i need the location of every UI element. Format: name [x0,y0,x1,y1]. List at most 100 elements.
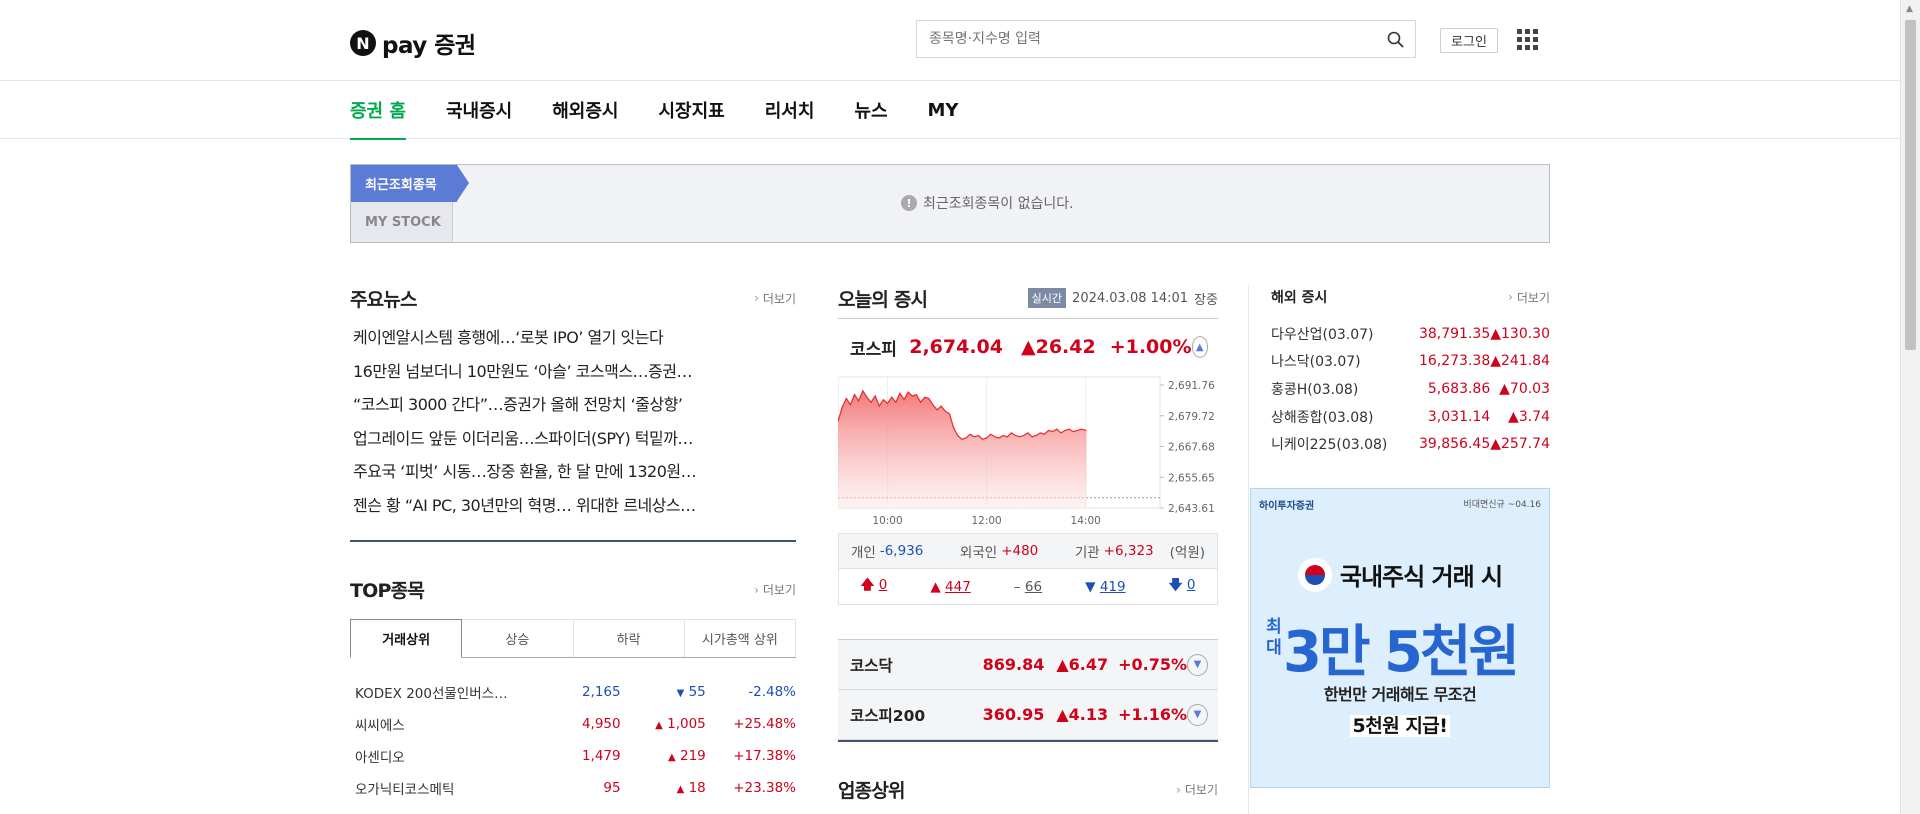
search-icon[interactable] [1375,20,1415,58]
kosdaq-value: 869.84 [982,655,1045,674]
individual-value: -6,936 [879,543,924,559]
logo-text: pay 증권 [382,33,476,59]
tab-rising[interactable]: 상승 [462,618,574,657]
table-row[interactable]: 오가닉티코스메틱 95 ▲ 18 +23.38% [350,772,796,804]
news-item[interactable]: 케이엔알시스템 흥행에…‘로봇 IPO’ 열기 잇는다 [350,321,796,355]
table-row[interactable]: 나스닥(03.07) 16,273.38 ▲241.84 [1271,348,1550,376]
top-stocks-title: TOP종목 [350,580,425,603]
logo[interactable]: N pay 증권 [350,26,476,60]
overseas-more-link[interactable]: 더보기 [1508,289,1550,306]
top-header: N pay 증권 로그인 [0,0,1900,81]
down-count[interactable]: ▼ 419 [1085,579,1125,595]
kospi200-row[interactable]: 코스피200 360.95 ▲4.13 +1.16% ▼ [838,690,1218,740]
kospi-box: 코스피 2,674.04 ▲26.42 +1.00% ▲ 2,691.76 2,6… [837,318,1218,605]
table-row[interactable]: 아센디오 1,479 ▲ 219 +17.38% [350,740,796,772]
kospi-chart-svg: 2,691.76 2,679.72 2,667.68 2,655.65 2,643.61… [837,376,1215,527]
index-name[interactable]: 나스닥(03.07) [1271,348,1393,376]
sector-header: 업종상위 더보기 [838,776,1218,803]
news-item[interactable]: “코스피 3000 간다”…증권가 올해 전망치 ‘줄상향’ [350,388,796,422]
flat-count[interactable]: – 66 [1014,579,1042,595]
chevron-up-icon[interactable]: ▲ [1191,336,1208,358]
stock-name[interactable]: 아센디오 [350,740,555,772]
tab-domestic[interactable]: 국내증시 [446,81,512,139]
index-name[interactable]: 다우산업(03.07) [1271,320,1393,348]
table-row[interactable]: 씨씨에스 4,950 ▲ 1,005 +25.48% [350,708,796,740]
tab-falling[interactable]: 하락 [573,618,685,657]
kospi200-rate: +1.16% [1118,705,1188,724]
tab-my-stock[interactable]: MY STOCK [351,202,453,242]
overseas-header: 해외 증시 더보기 [1271,285,1550,309]
scroll-up-icon[interactable]: ▲ [1906,4,1913,14]
news-more-link[interactable]: 더보기 [754,290,796,307]
stock-rate: +23.38% [733,779,796,796]
tab-volume-top[interactable]: 거래상위 [350,618,463,658]
top-stocks-header: TOP종목 더보기 [350,575,796,605]
chevron-down-icon[interactable]: ▼ [1187,703,1208,726]
institution-label: 기관 [1074,545,1100,561]
tab-home[interactable]: 증권 홈 [350,81,406,140]
news-title: 주요뉴스 [350,288,418,311]
index-name[interactable]: 홍콩H(03.08) [1271,375,1393,403]
index-name[interactable]: 상해종합(03.08) [1271,403,1393,431]
recent-stocks-panel: 최근조회종목 MY STOCK ! 최근조회종목이 없습니다. [350,164,1550,243]
tab-my[interactable]: MY [928,81,959,139]
table-row[interactable]: 다우산업(03.07) 38,791.35 ▲130.30 [1271,320,1550,348]
news-item[interactable]: 16만원 넘보더니 10만원도 ‘아슬’ 코스맥스…증권… [350,355,796,389]
tab-news[interactable]: 뉴스 [854,81,887,139]
index-change: ▲241.84 [1490,353,1550,370]
kospi-row[interactable]: 코스피 2,674.04 ▲26.42 +1.00% ▲ [838,319,1218,375]
search-input[interactable] [917,21,1375,57]
page-scrollbar[interactable]: ▲ [1900,0,1920,814]
y-tick-label: 2,643.61 [1168,503,1215,515]
realtime-badge: 실시간 [1027,288,1067,308]
ad-brand: 하이투자증권 [1259,501,1315,512]
empty-message: ! 최근조회종목이 없습니다. [901,193,1074,213]
overseas-table: 다우산업(03.07) 38,791.35 ▲130.30 나스닥(03.07) 16,… [1271,320,1550,458]
kospi200-change: ▲4.13 [1056,705,1109,724]
ad-banner[interactable]: 하이투자증권 비대면신규 ~04.16 국내주식 거래 시 최대 3만 5천원 … [1250,488,1550,788]
news-item[interactable]: 주요국 ‘피벗’ 시동…장중 환율, 한 달 만에 1320원… [350,455,796,489]
app-menu-icon[interactable] [1517,29,1538,50]
top-stocks-more-link[interactable]: 더보기 [754,581,796,598]
tab-market-indicators[interactable]: 시장지표 [658,81,724,139]
table-row[interactable]: 상해종합(03.08) 3,031.14 ▲3.74 [1271,403,1550,431]
limit-up-count[interactable]: 🡅 0 [861,575,888,598]
stock-name[interactable]: 씨씨에스 [350,708,555,740]
stock-name[interactable]: 오가닉티코스메틱 [350,772,555,804]
limit-down-count[interactable]: 🡇 0 [1169,575,1196,598]
foreign-label: 외국인 [959,545,998,561]
market-datetime: 2024.03.08 14:01 [1072,290,1189,306]
ad-sub2: 5천원 지급! [1349,715,1451,737]
table-row[interactable]: 홍콩H(03.08) 5,683.86 ▲70.03 [1271,375,1550,403]
stock-price: 1,479 [581,747,621,764]
stock-price: 4,950 [581,715,621,732]
sector-more-link[interactable]: 더보기 [1176,781,1218,798]
table-row[interactable]: 니케이225(03.08) 39,856.45 ▲257.74 [1271,430,1550,458]
x-tick-label: 10:00 [872,515,902,525]
kosdaq-rate: +0.75% [1118,655,1188,674]
korea-flag-icon [1297,557,1332,592]
index-name[interactable]: 니케이225(03.08) [1271,430,1393,458]
tab-recent-stocks[interactable]: 최근조회종목 [351,165,469,202]
kosdaq-row[interactable]: 코스닥 869.84 ▲6.47 +0.75% ▼ [838,640,1218,690]
stock-name[interactable]: KODEX 200선물인버스… [350,676,555,708]
login-button[interactable]: 로그인 [1440,28,1498,53]
news-item[interactable]: 업그레이드 앞둔 이더리움…스파이더(SPY) 턱밑까… [350,422,796,456]
kospi200-name: 코스피200 [850,706,926,725]
up-count[interactable]: ▲ 447 [930,579,970,595]
tab-research[interactable]: 리서치 [765,81,815,139]
kospi-change: ▲26.42 [1020,336,1096,358]
table-row[interactable]: KODEX 200선물인버스… 2,165 ▼ 55 -2.48% [350,676,796,708]
news-item[interactable]: 젠슨 황 “AI PC, 30년만의 혁명… 위대한 르네상스… [350,489,796,523]
main-nav: 증권 홈 국내증시 해외증시 시장지표 리서치 뉴스 MY [0,81,1900,140]
chevron-down-icon[interactable]: ▼ [1187,653,1208,676]
tab-overseas[interactable]: 해외증시 [552,81,618,139]
tab-market-cap[interactable]: 시가총액 상위 [684,618,796,657]
kospi-rate: +1.00% [1109,336,1192,358]
x-tick-label: 14:00 [1071,515,1101,525]
index-value: 5,683.86 [1427,380,1491,397]
foreign-value: +480 [1001,543,1039,559]
y-tick-label: 2,691.76 [1168,380,1215,392]
scrollbar-thumb[interactable] [1905,20,1916,350]
x-tick-label: 12:00 [971,515,1001,525]
